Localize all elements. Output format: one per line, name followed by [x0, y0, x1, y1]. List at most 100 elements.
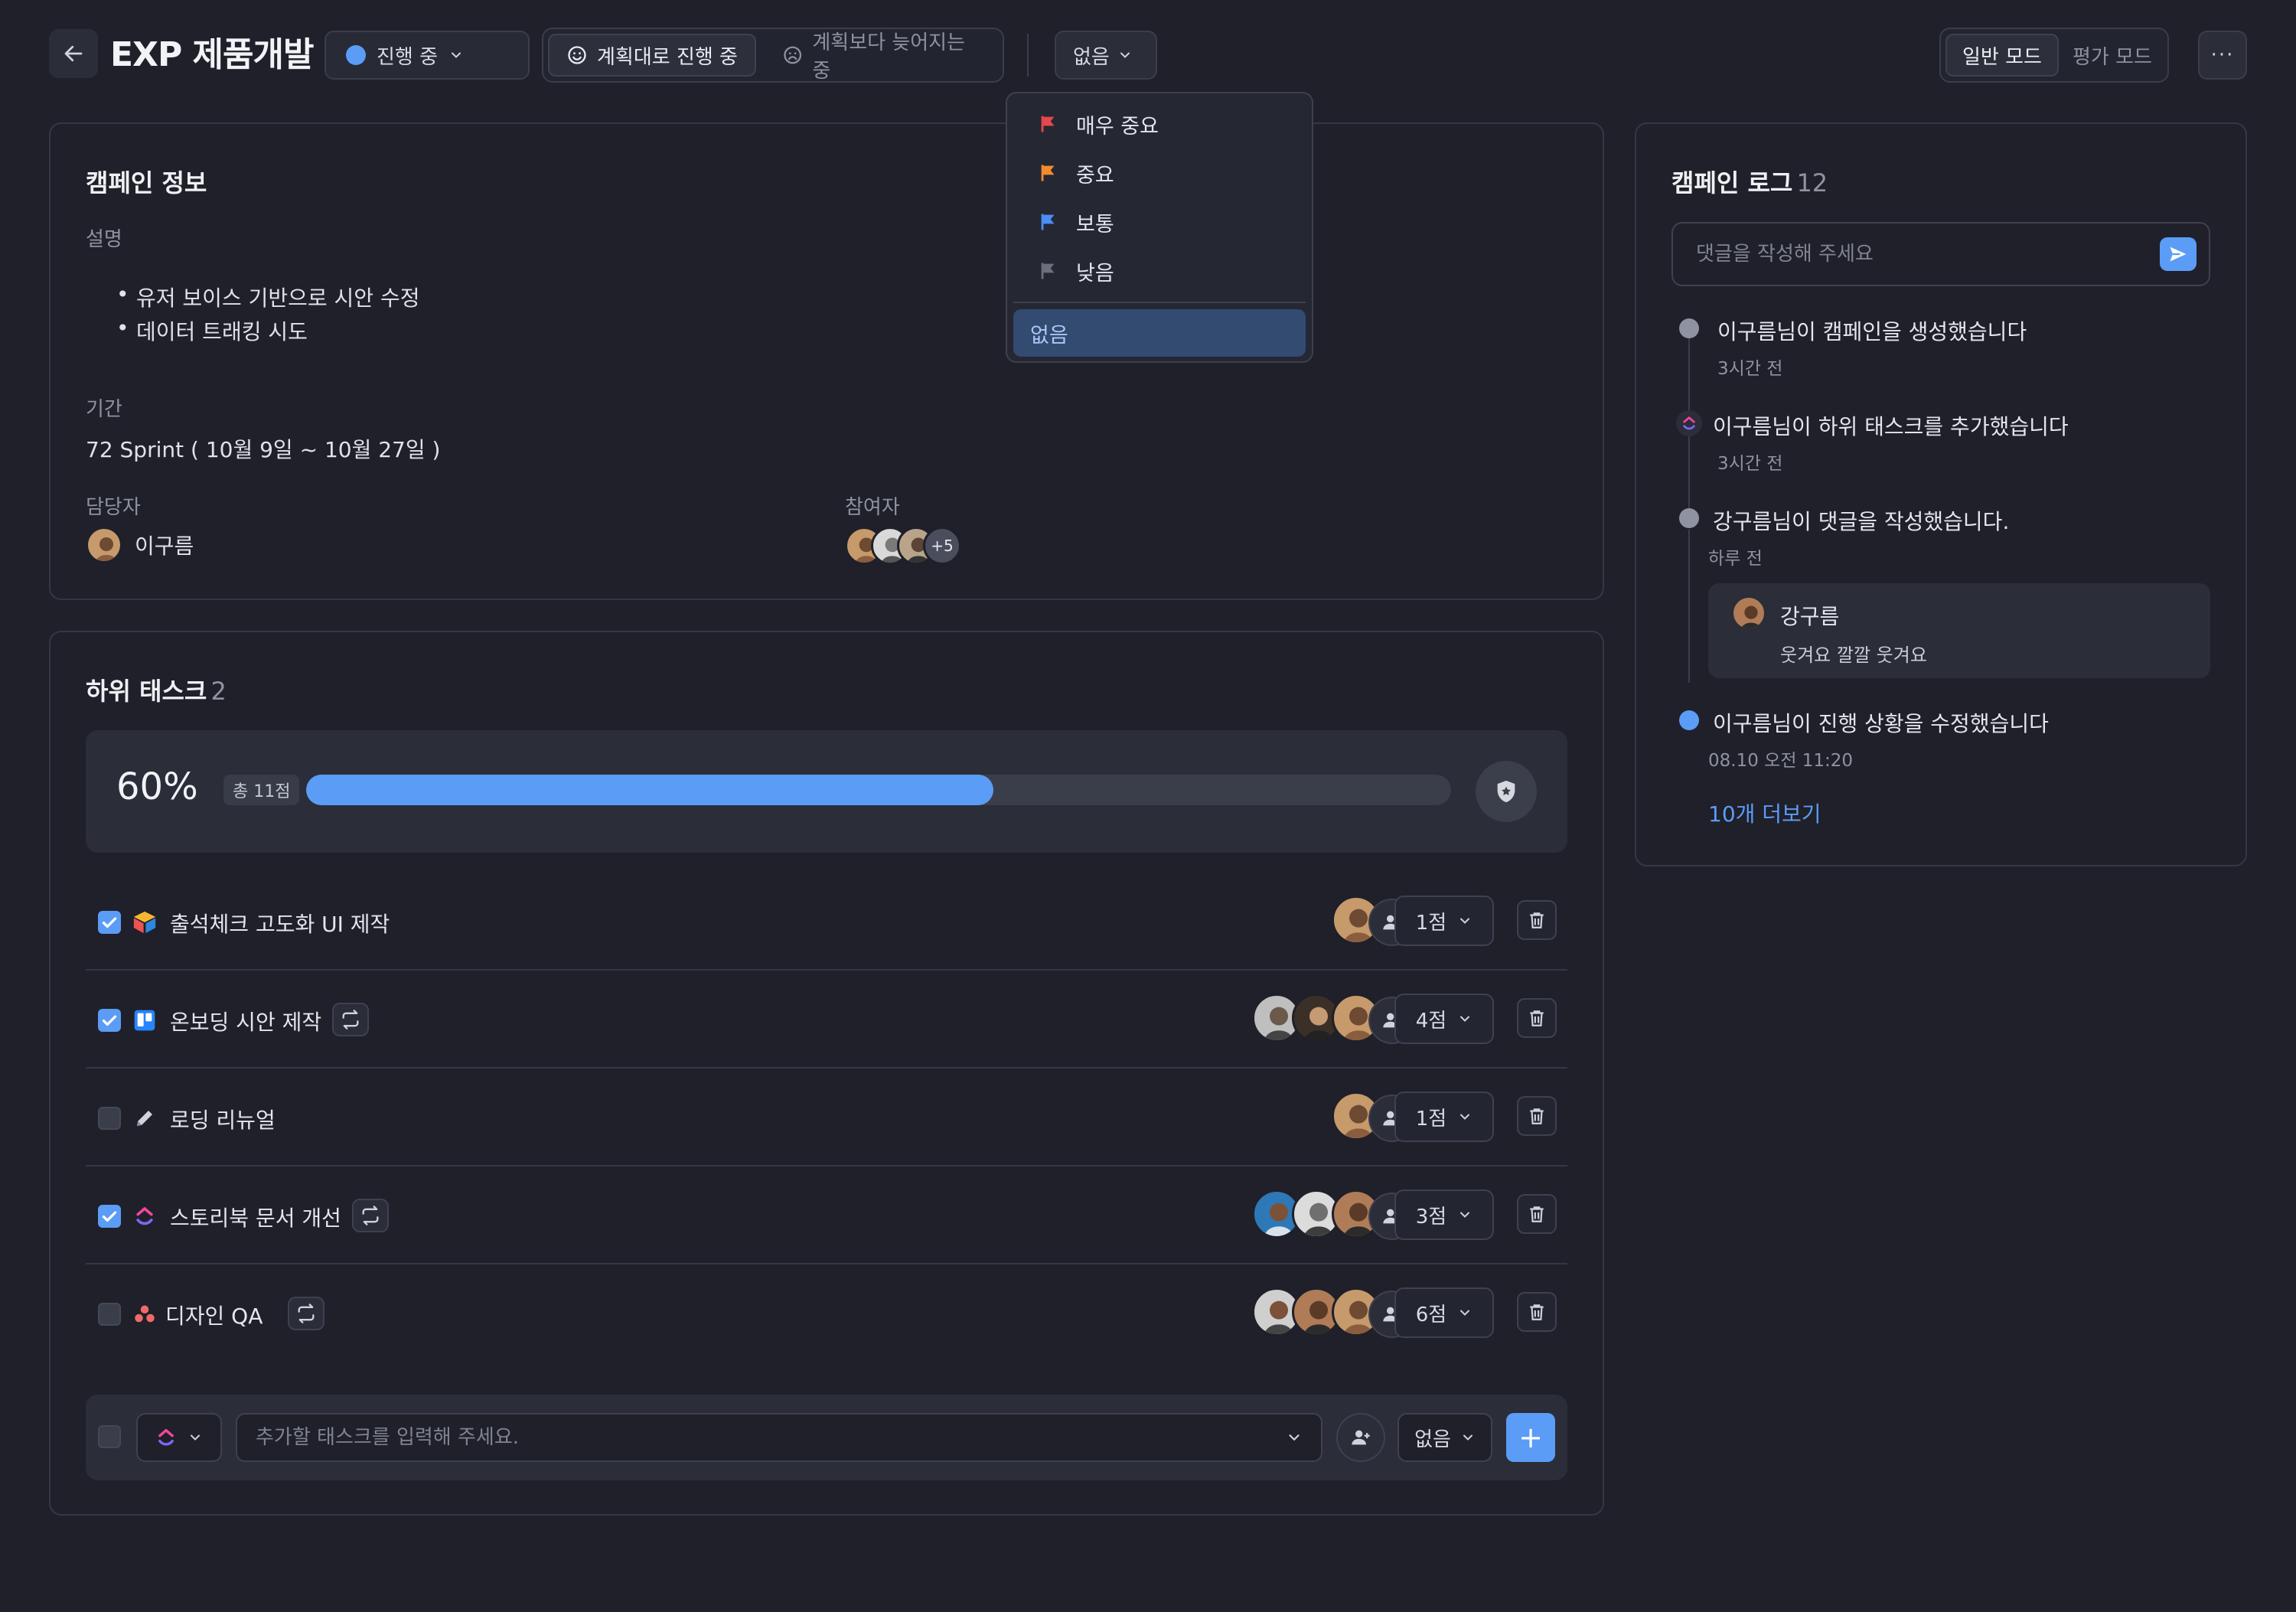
- log-header: 캠페인 로그 12: [1671, 164, 1828, 199]
- chevron-down-icon: [1460, 1114, 1470, 1120]
- avatar: [1731, 596, 1766, 631]
- evaluation-button[interactable]: [1476, 761, 1537, 822]
- user-plus-icon: [1352, 1430, 1370, 1445]
- trash-icon: [1530, 912, 1544, 928]
- points-label: 3점: [1415, 1205, 1447, 1229]
- task-row[interactable]: 온보딩 시안 제작 4점: [86, 971, 1567, 1069]
- task-row[interactable]: 출석체크 고도화 UI 제작 1점: [86, 873, 1567, 971]
- points-select[interactable]: 6점: [1394, 1287, 1494, 1338]
- delete-task-button[interactable]: [1517, 900, 1557, 940]
- log-count: 12: [1796, 168, 1828, 197]
- task-checkbox[interactable]: [98, 1009, 121, 1032]
- points-label: 1점: [1415, 1107, 1447, 1131]
- chevron-down-icon: [1460, 918, 1470, 924]
- load-more-link[interactable]: 10개 더보기: [1708, 798, 1821, 828]
- chevron-down-icon[interactable]: [1286, 1429, 1303, 1446]
- page-title: EXP 제품개발: [110, 35, 314, 74]
- mode-evaluation[interactable]: 평가 모드: [2060, 34, 2164, 77]
- mode-normal[interactable]: 일반 모드: [1945, 34, 2059, 77]
- log-entry-text: 강구름님이 댓글을 작성했습니다.: [1713, 509, 2010, 534]
- new-task-checkbox[interactable]: [98, 1425, 121, 1448]
- task-name: 온보딩 시안 제작: [170, 1010, 322, 1035]
- log-entry-time: 3시간 전: [1717, 359, 1783, 379]
- priority-option-low[interactable]: 낮음: [1013, 250, 1306, 292]
- new-task-points-select[interactable]: 없음: [1397, 1413, 1492, 1462]
- priority-option-label: 중요: [1076, 163, 1114, 188]
- tracking-on-plan-label: 계획대로 진행 중: [597, 45, 738, 69]
- status-label: 진행 중: [377, 45, 439, 69]
- back-button[interactable]: [49, 29, 98, 78]
- period-label: 기간: [86, 398, 122, 421]
- priority-option-high[interactable]: 중요: [1013, 152, 1306, 194]
- delete-task-button[interactable]: [1517, 998, 1557, 1038]
- status-select[interactable]: 진행 중: [325, 31, 530, 80]
- task-checkbox[interactable]: [98, 1107, 121, 1130]
- task-checkbox[interactable]: [98, 1205, 121, 1228]
- comment-field: [1671, 222, 2210, 286]
- log-entry-time: 08.10 오전 11:20: [1708, 751, 1854, 771]
- task-row[interactable]: 디자인 QA 6점: [86, 1264, 1567, 1362]
- priority-option-normal[interactable]: 보통: [1013, 201, 1306, 243]
- points-label: 1점: [1415, 911, 1447, 935]
- priority-option-none[interactable]: 없음: [1013, 309, 1306, 357]
- participants-avatars[interactable]: +5: [845, 527, 967, 566]
- chevron-down-icon: [1120, 52, 1130, 58]
- task-row[interactable]: 스토리북 문서 개선 3점: [86, 1167, 1567, 1264]
- menu-divider: [1013, 302, 1306, 303]
- subtasks-card: 하위 태스크 2 60% 총 11점 출석체크 고도화 UI 제작 1점 온보딩…: [49, 631, 1604, 1516]
- points-select[interactable]: 3점: [1394, 1189, 1494, 1240]
- progress-panel: 60% 총 11점: [86, 730, 1567, 853]
- add-task-button[interactable]: +: [1506, 1413, 1555, 1462]
- chevron-down-icon: [1460, 1310, 1470, 1316]
- flag-icon: [1041, 165, 1055, 181]
- points-select[interactable]: 1점: [1394, 896, 1494, 946]
- description-label: 설명: [86, 228, 122, 251]
- new-task-assign-button[interactable]: [1336, 1413, 1385, 1462]
- tracking-delayed[interactable]: 계획보다 늦어지는 중: [765, 31, 1003, 83]
- comment-quote: 강구름 웃겨요 깔깔 웃겨요: [1708, 583, 2210, 678]
- trash-icon: [1530, 1206, 1544, 1222]
- timeline-line: [1688, 530, 1690, 683]
- new-task-input[interactable]: [256, 1426, 1286, 1449]
- status-dot: [346, 45, 366, 65]
- participants-label: 참여자: [845, 496, 900, 519]
- comment-author: 강구름: [1780, 604, 1840, 629]
- tool-select[interactable]: [136, 1413, 222, 1462]
- priority-select[interactable]: 없음: [1055, 31, 1157, 80]
- log-title: 캠페인 로그: [1671, 168, 1793, 197]
- task-row[interactable]: 로딩 리뉴얼 1점: [86, 1069, 1567, 1167]
- task-checkbox[interactable]: [98, 1303, 121, 1326]
- more-options-button[interactable]: ···: [2198, 31, 2247, 80]
- clickup-icon: [158, 1428, 174, 1446]
- timeline-dot: [1679, 710, 1699, 730]
- tracking-on-plan[interactable]: 계획대로 진행 중: [548, 34, 756, 77]
- task-name: 로딩 리뉴얼: [170, 1108, 276, 1133]
- total-points-badge: 총 11점: [223, 775, 300, 805]
- description-item: 데이터 트래킹 시도: [116, 315, 308, 346]
- delete-task-button[interactable]: [1517, 1194, 1557, 1234]
- send-button[interactable]: [2160, 237, 2197, 271]
- points-select[interactable]: 4점: [1394, 994, 1494, 1044]
- comment-input[interactable]: [1696, 243, 2160, 266]
- delete-task-button[interactable]: [1517, 1292, 1557, 1332]
- timeline-dot: [1679, 508, 1699, 528]
- task-checkbox[interactable]: [98, 911, 121, 934]
- priority-option-critical[interactable]: 매우 중요: [1013, 103, 1306, 145]
- delete-task-button[interactable]: [1517, 1096, 1557, 1136]
- trash-icon: [1530, 1108, 1544, 1124]
- send-icon: [2170, 246, 2187, 262]
- add-task-row: 없음 +: [86, 1395, 1567, 1480]
- subtasks-header: 하위 태스크 2: [86, 672, 227, 707]
- owner-label: 담당자: [86, 496, 141, 519]
- repeat-icon: [298, 1304, 315, 1323]
- points-select[interactable]: 1점: [1394, 1092, 1494, 1142]
- repeat-badge: [332, 1003, 369, 1036]
- pencil-icon: [132, 1105, 158, 1131]
- points-label: 4점: [1415, 1009, 1447, 1033]
- priority-option-label: 낮음: [1076, 261, 1114, 286]
- repeat-icon: [362, 1206, 379, 1225]
- log-entry-time: 3시간 전: [1717, 454, 1783, 474]
- chevron-down-icon: [1460, 1212, 1470, 1218]
- log-entry-text: 이구름님이 캠페인을 생성했습니다: [1717, 319, 2027, 344]
- chevron-down-icon: [191, 1434, 200, 1441]
